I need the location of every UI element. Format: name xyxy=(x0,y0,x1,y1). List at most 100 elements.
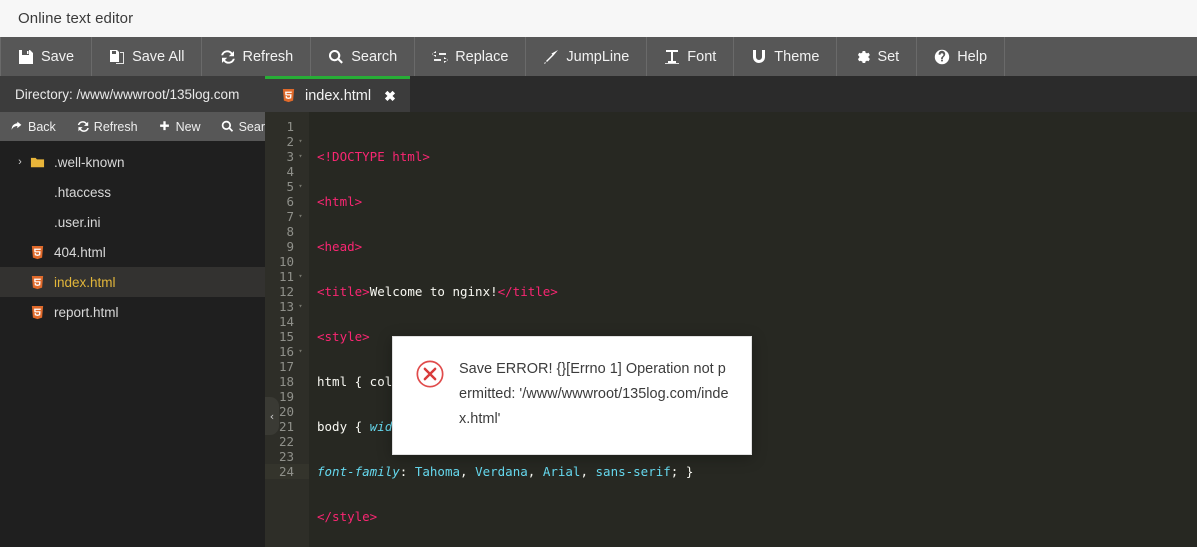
file-tree-item-report-html[interactable]: report.html xyxy=(0,297,265,327)
fold-arrow-icon[interactable]: ▾ xyxy=(296,344,305,359)
file-tree-item-htaccess[interactable]: .htaccess xyxy=(0,177,265,207)
fold-arrow-icon[interactable]: ▾ xyxy=(296,299,305,314)
toolbar-button-refresh[interactable]: Refresh xyxy=(202,37,311,76)
replace-icon xyxy=(432,49,448,65)
gutter-line: 8▾ xyxy=(265,224,309,239)
gutter-line: 1▾ xyxy=(265,119,309,134)
gutter-line: 22▾ xyxy=(265,434,309,449)
gutter-line: 16▾ xyxy=(265,344,309,359)
code-line: <head> xyxy=(317,239,1197,254)
file-toolbar-new-button[interactable]: New xyxy=(148,112,211,141)
file-tree-item-label: 404.html xyxy=(54,245,106,260)
fold-arrow-icon[interactable]: ▾ xyxy=(296,134,305,149)
plus-icon xyxy=(158,120,171,133)
fold-arrow-icon[interactable]: ▾ xyxy=(296,269,305,284)
gear-icon xyxy=(854,49,870,65)
search-icon xyxy=(221,120,234,133)
file-tree-item-label: .htaccess xyxy=(54,185,111,200)
toolbar-button-search-label: Search xyxy=(351,49,397,65)
toolbar-button-help[interactable]: Help xyxy=(917,37,1005,76)
back-arrow-icon xyxy=(10,120,23,133)
editor-pane: index.html ✖ 1▾ 2▾ 3▾ 4▾ 5▾ 6▾ 7▾ 8▾ 9▾ … xyxy=(265,76,1197,547)
gutter-line: 6▾ xyxy=(265,194,309,209)
help-icon xyxy=(934,49,950,65)
gutter-line: 11▾ xyxy=(265,269,309,284)
toolbar-button-theme-label: Theme xyxy=(774,49,819,65)
gutter-line: 23▾ xyxy=(265,449,309,464)
file-tree-item-user-ini[interactable]: .user.ini xyxy=(0,207,265,237)
toolbar-button-search[interactable]: Search xyxy=(311,37,415,76)
file-icon-placeholder xyxy=(28,183,46,201)
theme-icon xyxy=(751,49,767,65)
html5-icon xyxy=(281,88,296,103)
code-line: <!DOCTYPE html> xyxy=(317,149,1197,164)
file-toolbar-refresh-label: Refresh xyxy=(94,120,138,134)
code-line: </style> xyxy=(317,509,1197,524)
refresh-icon xyxy=(76,120,89,133)
editor-tab-index-html[interactable]: index.html ✖ xyxy=(265,76,410,112)
file-sidebar: Directory: /www/wwwroot/135log.com Back … xyxy=(0,76,265,547)
fold-arrow-icon[interactable]: ▾ xyxy=(296,149,305,164)
toolbar-button-save-all[interactable]: Save All xyxy=(92,37,202,76)
code-content[interactable]: <!DOCTYPE html> <html> <head> <title>Wel… xyxy=(309,112,1197,547)
file-tree-item-index-html[interactable]: index.html xyxy=(0,267,265,297)
app-title-bar: Online text editor xyxy=(0,0,1197,37)
file-tree-item-label: .well-known xyxy=(54,155,125,170)
toolbar-empty-space xyxy=(1005,37,1197,76)
toolbar-button-set[interactable]: Set xyxy=(837,37,917,76)
editor-tab-strip: index.html ✖ xyxy=(265,76,1197,112)
page-title: Online text editor xyxy=(18,10,133,27)
gutter-line: 17▾ xyxy=(265,359,309,374)
gutter-line-active: 24▾ xyxy=(265,464,309,479)
chevron-left-icon: ‹ xyxy=(269,409,276,424)
gutter-line: 9▾ xyxy=(265,239,309,254)
file-tree-item-label: .user.ini xyxy=(54,215,101,230)
fold-arrow-icon[interactable]: ▾ xyxy=(296,179,305,194)
toolbar-button-font-label: Font xyxy=(687,49,716,65)
error-circle-x-icon xyxy=(415,359,445,392)
file-toolbar-back-button[interactable]: Back xyxy=(0,112,66,141)
file-icon-placeholder xyxy=(28,213,46,231)
code-editor[interactable]: 1▾ 2▾ 3▾ 4▾ 5▾ 6▾ 7▾ 8▾ 9▾ 10▾ 11▾ 12▾ 1… xyxy=(265,112,1197,547)
toolbar-button-jumpline[interactable]: JumpLine xyxy=(526,37,647,76)
file-tree-item-well-known[interactable]: › .well-known xyxy=(0,147,265,177)
refresh-icon xyxy=(219,49,235,65)
code-line: <title>Welcome to nginx!</title> xyxy=(317,284,1197,299)
toolbar-button-replace[interactable]: Replace xyxy=(415,37,526,76)
workspace: Directory: /www/wwwroot/135log.com Back … xyxy=(0,76,1197,547)
gutter-line: 13▾ xyxy=(265,299,309,314)
toolbar-button-theme[interactable]: Theme xyxy=(734,37,837,76)
gutter-line: 5▾ xyxy=(265,179,309,194)
chevron-right-icon[interactable]: › xyxy=(12,154,28,170)
main-toolbar: Save Save All Refresh Search Replace Jum… xyxy=(0,37,1197,76)
close-icon[interactable]: ✖ xyxy=(384,89,396,103)
file-toolbar-back-label: Back xyxy=(28,120,56,134)
file-toolbar: Back Refresh New Search xyxy=(0,112,265,141)
sidebar-collapse-handle[interactable]: ‹ xyxy=(265,397,279,435)
file-tree-item-404-html[interactable]: 404.html xyxy=(0,237,265,267)
save-all-icon xyxy=(109,49,125,65)
toolbar-button-refresh-label: Refresh xyxy=(242,49,293,65)
toolbar-button-font[interactable]: Font xyxy=(647,37,734,76)
html5-icon xyxy=(28,273,46,291)
gutter-line: 3▾ xyxy=(265,149,309,164)
html5-icon xyxy=(28,303,46,321)
gutter-line: 7▾ xyxy=(265,209,309,224)
save-error-dialog: Save ERROR! {}[Errno 1] Operation not pe… xyxy=(392,336,752,455)
save-error-message: Save ERROR! {}[Errno 1] Operation not pe… xyxy=(459,357,729,432)
fold-arrow-icon[interactable]: ▾ xyxy=(296,209,305,224)
file-tree: › .well-known .htaccess .user.ini xyxy=(0,141,265,547)
font-icon xyxy=(664,49,680,65)
code-line: font-family: Tahoma, Verdana, Arial, san… xyxy=(317,464,1197,479)
file-toolbar-refresh-button[interactable]: Refresh xyxy=(66,112,148,141)
code-line: <html> xyxy=(317,194,1197,209)
gutter-line: 10▾ xyxy=(265,254,309,269)
file-tree-item-label: index.html xyxy=(54,275,116,290)
file-toolbar-new-label: New xyxy=(176,120,201,134)
toolbar-button-save-label: Save xyxy=(41,49,74,65)
floppy-disk-icon xyxy=(18,49,34,65)
toolbar-button-help-label: Help xyxy=(957,49,987,65)
toolbar-button-save[interactable]: Save xyxy=(0,37,92,76)
gutter-line: 15▾ xyxy=(265,329,309,344)
gutter-line: 18▾ xyxy=(265,374,309,389)
